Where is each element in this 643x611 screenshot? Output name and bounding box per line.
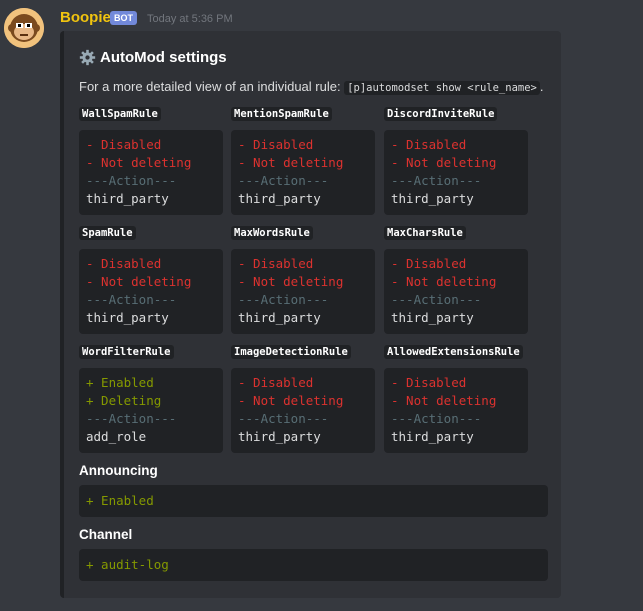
rule-action: third_party bbox=[238, 191, 321, 206]
rule-delete-status: + Deleting bbox=[86, 393, 162, 408]
rule-codeblock: - Disabled - Not deleting ---Action--- thir… bbox=[79, 130, 223, 215]
announcing-value: + Enabled bbox=[86, 493, 154, 508]
rule-codeblock: - Disabled - Not deleting ---Action--- thir… bbox=[231, 368, 375, 453]
action-separator: ---Action--- bbox=[86, 411, 177, 426]
rule-codeblock: - Disabled - Not deleting ---Action--- thir… bbox=[79, 249, 223, 334]
rule-delete-status: - Not deleting bbox=[86, 155, 192, 170]
rule-status: - Disabled bbox=[238, 137, 314, 152]
rule-status: - Disabled bbox=[391, 137, 467, 152]
rule-codeblock: - Disabled - Not deleting ---Action--- thir… bbox=[384, 368, 528, 453]
rule-delete-status: - Not deleting bbox=[238, 274, 344, 289]
rule-name: DiscordInviteRule bbox=[384, 107, 498, 121]
description-suffix: . bbox=[539, 79, 544, 94]
rule-action: add_role bbox=[86, 429, 147, 444]
action-separator: ---Action--- bbox=[86, 173, 177, 188]
rule-codeblock: - Disabled - Not deleting ---Action--- thir… bbox=[384, 249, 528, 334]
action-separator: ---Action--- bbox=[391, 411, 482, 426]
rule-status: + Enabled bbox=[86, 375, 154, 390]
command-code: [p]automodset show <rule_name> bbox=[344, 81, 540, 95]
rule-status: - Disabled bbox=[391, 256, 467, 271]
rule-name: ImageDetectionRule bbox=[231, 345, 351, 359]
action-separator: ---Action--- bbox=[86, 292, 177, 307]
action-separator: ---Action--- bbox=[238, 292, 329, 307]
username[interactable]: Boopie bbox=[60, 9, 111, 26]
announcing-block: + Enabled bbox=[79, 485, 548, 517]
action-separator: ---Action--- bbox=[391, 173, 482, 188]
avatar[interactable] bbox=[4, 8, 44, 48]
action-separator: ---Action--- bbox=[238, 173, 329, 188]
rule-action: third_party bbox=[238, 429, 321, 444]
embed-title-text: AutoMod settings bbox=[100, 49, 227, 66]
gear-icon bbox=[79, 49, 96, 66]
rule-status: - Disabled bbox=[391, 375, 467, 390]
rule-codeblock: - Disabled - Not deleting ---Action--- thir… bbox=[231, 249, 375, 334]
rule-codeblock: - Disabled - Not deleting ---Action--- thir… bbox=[384, 130, 528, 215]
rule-name: MentionSpamRule bbox=[231, 107, 332, 121]
rule-delete-status: - Not deleting bbox=[391, 393, 497, 408]
rule-action: third_party bbox=[391, 310, 474, 325]
channel-value: + audit-log bbox=[86, 557, 169, 572]
rule-action: third_party bbox=[238, 310, 321, 325]
rule-delete-status: - Not deleting bbox=[238, 155, 344, 170]
rule-codeblock: - Disabled - Not deleting ---Action--- thir… bbox=[231, 130, 375, 215]
monkey-avatar-icon bbox=[4, 8, 44, 48]
rule-action: third_party bbox=[391, 191, 474, 206]
rule-status: - Disabled bbox=[86, 256, 162, 271]
action-separator: ---Action--- bbox=[391, 292, 482, 307]
rule-action: third_party bbox=[86, 310, 169, 325]
embed: AutoMod settings For a more detailed vie… bbox=[60, 31, 561, 598]
description-text: For a more detailed view of an individua… bbox=[79, 79, 345, 94]
rule-name: AllowedExtensionsRule bbox=[384, 345, 523, 359]
rule-status: - Disabled bbox=[238, 375, 314, 390]
timestamp: Today at 5:36 PM bbox=[147, 13, 233, 25]
rule-name: MaxCharsRule bbox=[384, 226, 466, 240]
bot-badge: BOT bbox=[110, 11, 137, 25]
channel-title: Channel bbox=[79, 527, 133, 542]
rule-name: WallSpamRule bbox=[79, 107, 161, 121]
rule-action: third_party bbox=[86, 191, 169, 206]
channel-block: + audit-log bbox=[79, 549, 548, 581]
rule-status: - Disabled bbox=[86, 137, 162, 152]
rule-delete-status: - Not deleting bbox=[391, 274, 497, 289]
rule-delete-status: - Not deleting bbox=[391, 155, 497, 170]
action-separator: ---Action--- bbox=[238, 411, 329, 426]
rule-delete-status: - Not deleting bbox=[86, 274, 192, 289]
rule-name: WordFilterRule bbox=[79, 345, 174, 359]
rule-codeblock: + Enabled + Deleting ---Action--- add_role bbox=[79, 368, 223, 453]
embed-title: AutoMod settings bbox=[79, 49, 227, 66]
rule-name: MaxWordsRule bbox=[231, 226, 313, 240]
rule-name: SpamRule bbox=[79, 226, 136, 240]
rule-delete-status: - Not deleting bbox=[238, 393, 344, 408]
embed-description: For a more detailed view of an individua… bbox=[79, 79, 544, 95]
rule-status: - Disabled bbox=[238, 256, 314, 271]
rule-action: third_party bbox=[391, 429, 474, 444]
announcing-title: Announcing bbox=[79, 463, 158, 478]
